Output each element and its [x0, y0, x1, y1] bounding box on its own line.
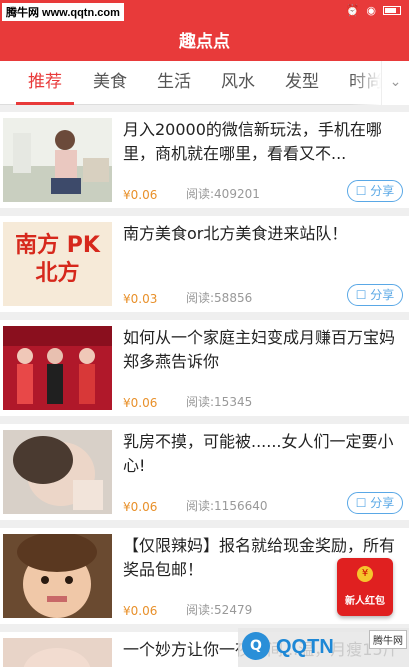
- article-thumbnail: [3, 638, 112, 667]
- category-tabs: 推荐 美食 生活 风水 发型 时尚 ⌄: [0, 61, 409, 105]
- read-count: 阅读:409201: [186, 187, 260, 201]
- read-count: 阅读:1156640: [186, 499, 268, 513]
- article-price: ¥0.06: [123, 396, 158, 410]
- watermark-badge: 腾牛网: [369, 630, 407, 649]
- read-count: 阅读:52479: [186, 603, 253, 617]
- tab-food[interactable]: 美食: [84, 61, 136, 105]
- list-item[interactable]: 如何从一个家庭主妇变成月赚百万宝妈郑多燕告诉你 ¥0.06 阅读:15345: [0, 320, 409, 416]
- list-item[interactable]: 月入20000的微信新玩法，手机在哪里，商机就在哪里，看看又不... ¥0.06…: [0, 112, 409, 208]
- article-title: 如何从一个家庭主妇变成月赚百万宝妈郑多燕告诉你: [123, 328, 396, 371]
- status-bar: 腾牛网 www.qqtn.com ⏰ ◉: [0, 0, 409, 24]
- article-price: ¥0.06: [123, 604, 158, 618]
- red-packet-label: 新人红包: [345, 596, 385, 607]
- battery-icon: [383, 6, 401, 15]
- tab-hairstyle[interactable]: 发型: [276, 61, 328, 105]
- coin-icon: ¥: [357, 566, 373, 582]
- share-label: 分享: [370, 496, 395, 510]
- share-label: 分享: [370, 288, 395, 302]
- article-thumbnail: [3, 534, 112, 618]
- article-price: ¥0.03: [123, 292, 158, 306]
- article-title: 乳房不摸，可能被......女人们一定要小心!: [123, 432, 394, 475]
- share-button[interactable]: ☐ 分享: [347, 492, 403, 514]
- article-price: ¥0.06: [123, 188, 158, 202]
- read-count: 阅读:15345: [186, 395, 253, 409]
- alarm-icon: ⏰: [345, 4, 360, 17]
- article-title: 月入20000的微信新玩法，手机在哪里，商机就在哪里，看看又不...: [123, 120, 382, 163]
- list-item[interactable]: 乳房不摸，可能被......女人们一定要小心! ¥0.06 阅读:1156640…: [0, 424, 409, 520]
- article-price: ¥0.06: [123, 500, 158, 514]
- wifi-icon: ◉: [366, 4, 376, 17]
- share-button[interactable]: ☐ 分享: [347, 284, 403, 306]
- article-thumbnail: 南方 PK 北方: [3, 222, 112, 306]
- watermark-label: 腾牛网 www.qqtn.com: [2, 3, 124, 21]
- list-item[interactable]: 南方 PK 北方 南方美食or北方美食进来站队！ ¥0.03 阅读:58856 …: [0, 216, 409, 312]
- article-thumbnail: [3, 326, 112, 410]
- share-icon: ☐: [355, 288, 367, 302]
- qqtn-logo-icon: Q: [242, 632, 270, 660]
- read-count: 阅读:58856: [186, 291, 253, 305]
- watermark-brand: QQTN: [276, 636, 334, 658]
- tab-fade: [351, 61, 381, 105]
- share-icon: ☐: [355, 496, 367, 510]
- status-icons: ⏰ ◉: [346, 4, 401, 17]
- bottom-watermark: Q QQTN 腾牛网: [238, 628, 409, 667]
- tab-life[interactable]: 生活: [148, 61, 200, 105]
- app-title: 趣点点: [0, 24, 409, 61]
- new-user-red-packet-button[interactable]: ¥ 新人红包: [337, 558, 393, 616]
- article-thumbnail: [3, 118, 112, 202]
- thumbnail-text: 南方 PK 北方: [15, 233, 100, 286]
- chevron-down-icon[interactable]: ⌄: [381, 61, 409, 105]
- article-thumbnail: [3, 430, 112, 514]
- share-label: 分享: [370, 184, 395, 198]
- share-button[interactable]: ☐ 分享: [347, 180, 403, 202]
- tab-fengshui[interactable]: 风水: [212, 61, 264, 105]
- share-icon: ☐: [355, 184, 367, 198]
- tab-recommend[interactable]: 推荐: [16, 61, 74, 105]
- article-title: 南方美食or北方美食进来站队！: [123, 224, 348, 243]
